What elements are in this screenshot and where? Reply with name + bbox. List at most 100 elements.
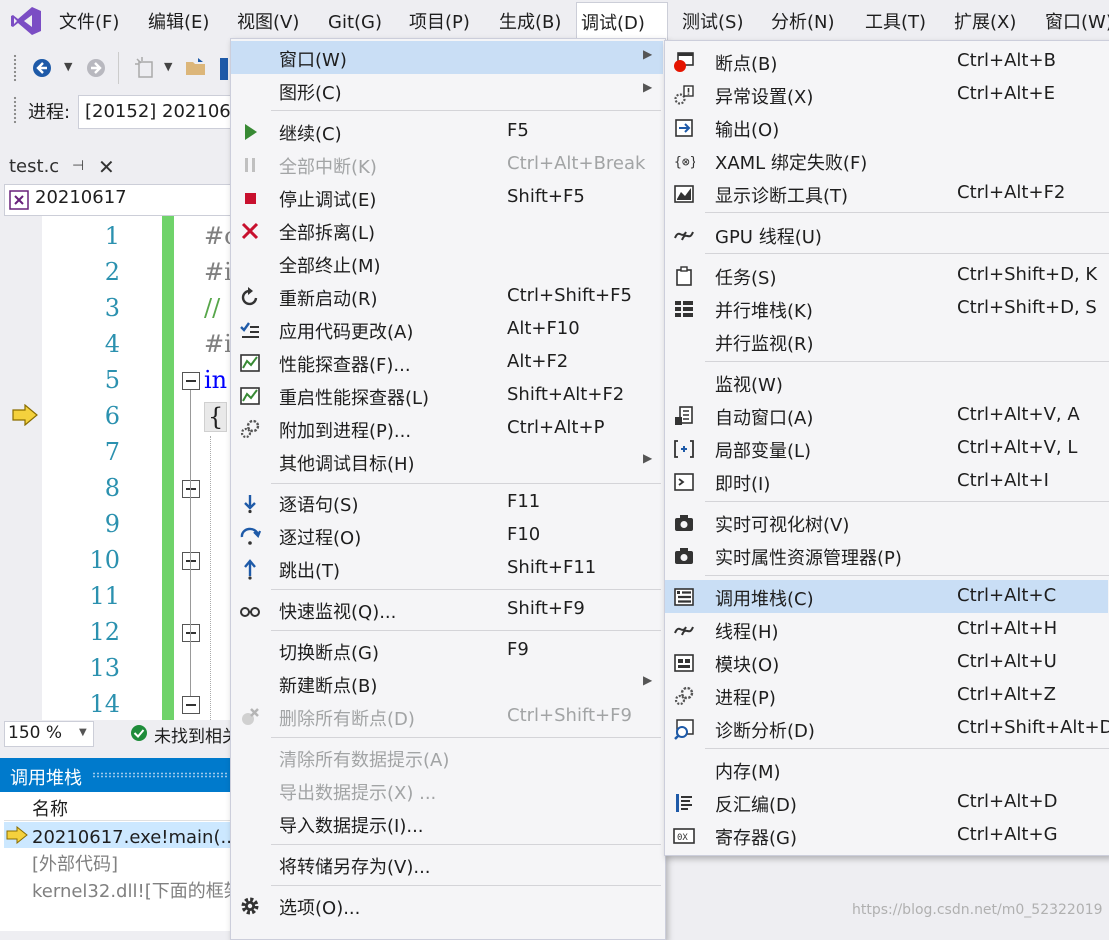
window-menu-item[interactable]: 自动窗口(A) Ctrl+Alt+V, A [665, 399, 1108, 432]
debug-menu-item[interactable]: 清除所有数据提示(A) [231, 741, 663, 774]
window-menu-item[interactable]: 任务(S) Ctrl+Shift+D, K [665, 259, 1108, 292]
debug-menu-item[interactable]: 窗口(W) ▶ [231, 41, 663, 74]
window-menu-item[interactable]: 调用堆栈(C) Ctrl+Alt+C [665, 580, 1108, 613]
window-menu-item[interactable]: 进程(P) Ctrl+Alt+Z [665, 679, 1108, 712]
debug-menu-item[interactable]: 逐语句(S) F11 [231, 486, 663, 519]
debug-menu-item-shortcut: F5 [507, 120, 529, 141]
window-menu-item[interactable]: 线程(H) Ctrl+Alt+H [665, 613, 1108, 646]
collapse-toggle[interactable] [182, 552, 200, 570]
process-dropdown[interactable]: [20152] 2021061 [78, 95, 246, 129]
open-folder-icon[interactable] [184, 56, 208, 78]
debug-menu-item[interactable]: 性能探查器(F)... Alt+F2 [231, 346, 663, 379]
back-dropdown-icon[interactable]: ▼ [64, 60, 72, 73]
menu-tools[interactable]: 工具(T) [861, 0, 930, 42]
collapse-toggle[interactable] [182, 696, 200, 714]
menu-project[interactable]: 项目(P) [405, 0, 474, 42]
indicator-margin[interactable] [4, 216, 42, 720]
new-project-icon[interactable] [134, 56, 156, 80]
new-dropdown-icon[interactable]: ▼ [164, 60, 172, 73]
step-into-icon [239, 492, 261, 514]
debug-menu-item[interactable]: 快速监视(Q)... Shift+F9 [231, 593, 663, 626]
menu-separator [271, 110, 661, 111]
menu-extensions[interactable]: 扩展(X) [950, 0, 1020, 42]
window-menu-item[interactable]: 实时可视化树(V) [665, 506, 1108, 539]
toolbar-grip[interactable] [13, 96, 17, 124]
call-stack-title-bar[interactable]: 调用堆栈 [0, 758, 230, 792]
toolbar-grip[interactable] [13, 54, 17, 82]
debug-menu-item[interactable]: 重启性能探查器(L) Shift+Alt+F2 [231, 379, 663, 412]
forward-icon[interactable] [86, 58, 106, 78]
debug-menu-item[interactable]: 图形(C) ▶ [231, 74, 663, 107]
debug-menu-item[interactable]: 逐过程(O) F10 [231, 519, 663, 552]
debug-menu-item[interactable]: 切换断点(G) F9 [231, 634, 663, 667]
window-menu-item[interactable]: 异常设置(X) Ctrl+Alt+E [665, 78, 1108, 111]
window-menu-item[interactable]: 并行监视(R) [665, 325, 1108, 358]
zoom-dropdown[interactable]: 150 % ▼ [4, 721, 94, 747]
debug-menu-item[interactable]: 其他调试目标(H) ▶ [231, 445, 663, 478]
call-stack-row[interactable]: 20210617.exe!main(...) 行 [4, 822, 230, 848]
debug-menu-item[interactable]: 选项(O)... [231, 889, 663, 922]
debug-menu-item[interactable]: 删除所有断点(D) Ctrl+Shift+F9 [231, 700, 663, 733]
issues-status-text[interactable]: 未找到相关 [154, 722, 239, 747]
window-menu-item[interactable]: {⊗} XAML 绑定失败(F) [665, 144, 1108, 177]
window-menu-item[interactable]: 监视(W) [665, 366, 1108, 399]
column-header-name[interactable]: 名称 [4, 794, 230, 821]
window-menu-item[interactable]: 反汇编(D) Ctrl+Alt+D [665, 786, 1108, 819]
window-menu-item[interactable]: 实时属性资源管理器(P) [665, 539, 1108, 572]
debug-menu-item-shortcut: F11 [507, 491, 541, 512]
debug-menu-item[interactable]: 全部终止(M) [231, 247, 663, 280]
menu-window[interactable]: 窗口(W) [1041, 0, 1109, 42]
debug-menu-item[interactable]: 导出数据提示(X) ... [231, 774, 663, 807]
debug-menu-item[interactable]: 跳出(T) Shift+F11 [231, 552, 663, 585]
debug-menu-item[interactable]: 停止调试(E) Shift+F5 [231, 181, 663, 214]
window-menu-item[interactable]: 0X 寄存器(G) Ctrl+Alt+G [665, 819, 1108, 852]
window-menu-item[interactable]: 断点(B) Ctrl+Alt+B [665, 45, 1108, 78]
debug-menu-item[interactable]: 附加到进程(P)... Ctrl+Alt+P [231, 412, 663, 445]
window-menu-item[interactable]: 输出(O) [665, 111, 1108, 144]
debug-menu-item[interactable]: 新建断点(B) ▶ [231, 667, 663, 700]
window-menu-item[interactable]: 局部变量(L) Ctrl+Alt+V, L [665, 432, 1108, 465]
menu-view[interactable]: 视图(V) [233, 0, 303, 42]
close-icon[interactable]: ✕ [98, 155, 115, 179]
collapse-toggle[interactable] [182, 372, 200, 390]
window-menu-item[interactable]: 内存(M) [665, 753, 1108, 786]
debug-menu-item[interactable]: 重新启动(R) Ctrl+Shift+F5 [231, 280, 663, 313]
debug-menu-item[interactable]: 全部中断(K) Ctrl+Alt+Break [231, 148, 663, 181]
back-icon[interactable] [32, 58, 52, 78]
pin-icon[interactable]: ⊣ [72, 158, 84, 174]
menu-analyze[interactable]: 分析(N) [767, 0, 839, 42]
window-menu-item[interactable]: 显示诊断工具(T) Ctrl+Alt+F2 [665, 177, 1108, 210]
locals-icon [673, 438, 695, 460]
window-menu-item-label: 模块(O) [715, 655, 780, 676]
call-stack-row[interactable]: kernel32.dll![下面的框架 [4, 876, 230, 902]
menu-separator [705, 748, 1109, 749]
window-menu-item-label: 输出(O) [715, 120, 780, 141]
document-tab[interactable]: test.c ⊣ ✕ [0, 150, 124, 184]
debug-menu-item[interactable]: 导入数据提示(I)... [231, 807, 663, 840]
collapse-toggle[interactable] [182, 480, 200, 498]
window-menu-item[interactable]: 模块(O) Ctrl+Alt+U [665, 646, 1108, 679]
exception-settings-icon [673, 84, 695, 106]
menu-test[interactable]: 测试(S) [678, 0, 747, 42]
submenu-arrow-icon: ▶ [643, 47, 653, 61]
project-navigation-bar[interactable]: 20210617 [4, 184, 232, 216]
menu-edit[interactable]: 编辑(E) [144, 0, 213, 42]
menu-git[interactable]: Git(G) [324, 0, 386, 42]
debug-menu-item[interactable]: 全部拆离(L) [231, 214, 663, 247]
debug-menu-item[interactable]: 继续(C) F5 [231, 115, 663, 148]
debug-menu-item[interactable]: 将转储另存为(V)... [231, 848, 663, 881]
window-menu-item[interactable]: 并行堆栈(K) Ctrl+Shift+D, S [665, 292, 1108, 325]
window-menu-item[interactable]: GPU 线程(U) [665, 218, 1108, 251]
collapse-toggle[interactable] [182, 624, 200, 642]
debug-menu-item-label: 性能探查器(F)... [279, 355, 411, 376]
menu-build[interactable]: 生成(B) [495, 0, 565, 42]
save-icon[interactable] [220, 58, 228, 80]
code-line: in [204, 366, 228, 394]
debug-menu-item[interactable]: 应用代码更改(A) Alt+F10 [231, 313, 663, 346]
window-menu-item[interactable]: 诊断分析(D) Ctrl+Shift+Alt+D [665, 712, 1109, 745]
code-editor[interactable]: 1 2 3 4 5 6 7 8 9 10 11 12 13 14 #c #i /… [4, 216, 238, 720]
menu-file[interactable]: 文件(F) [55, 0, 123, 42]
restart-icon [239, 286, 261, 308]
call-stack-row[interactable]: [外部代码] [4, 849, 230, 875]
window-menu-item[interactable]: 即时(I) Ctrl+Alt+I [665, 465, 1108, 498]
